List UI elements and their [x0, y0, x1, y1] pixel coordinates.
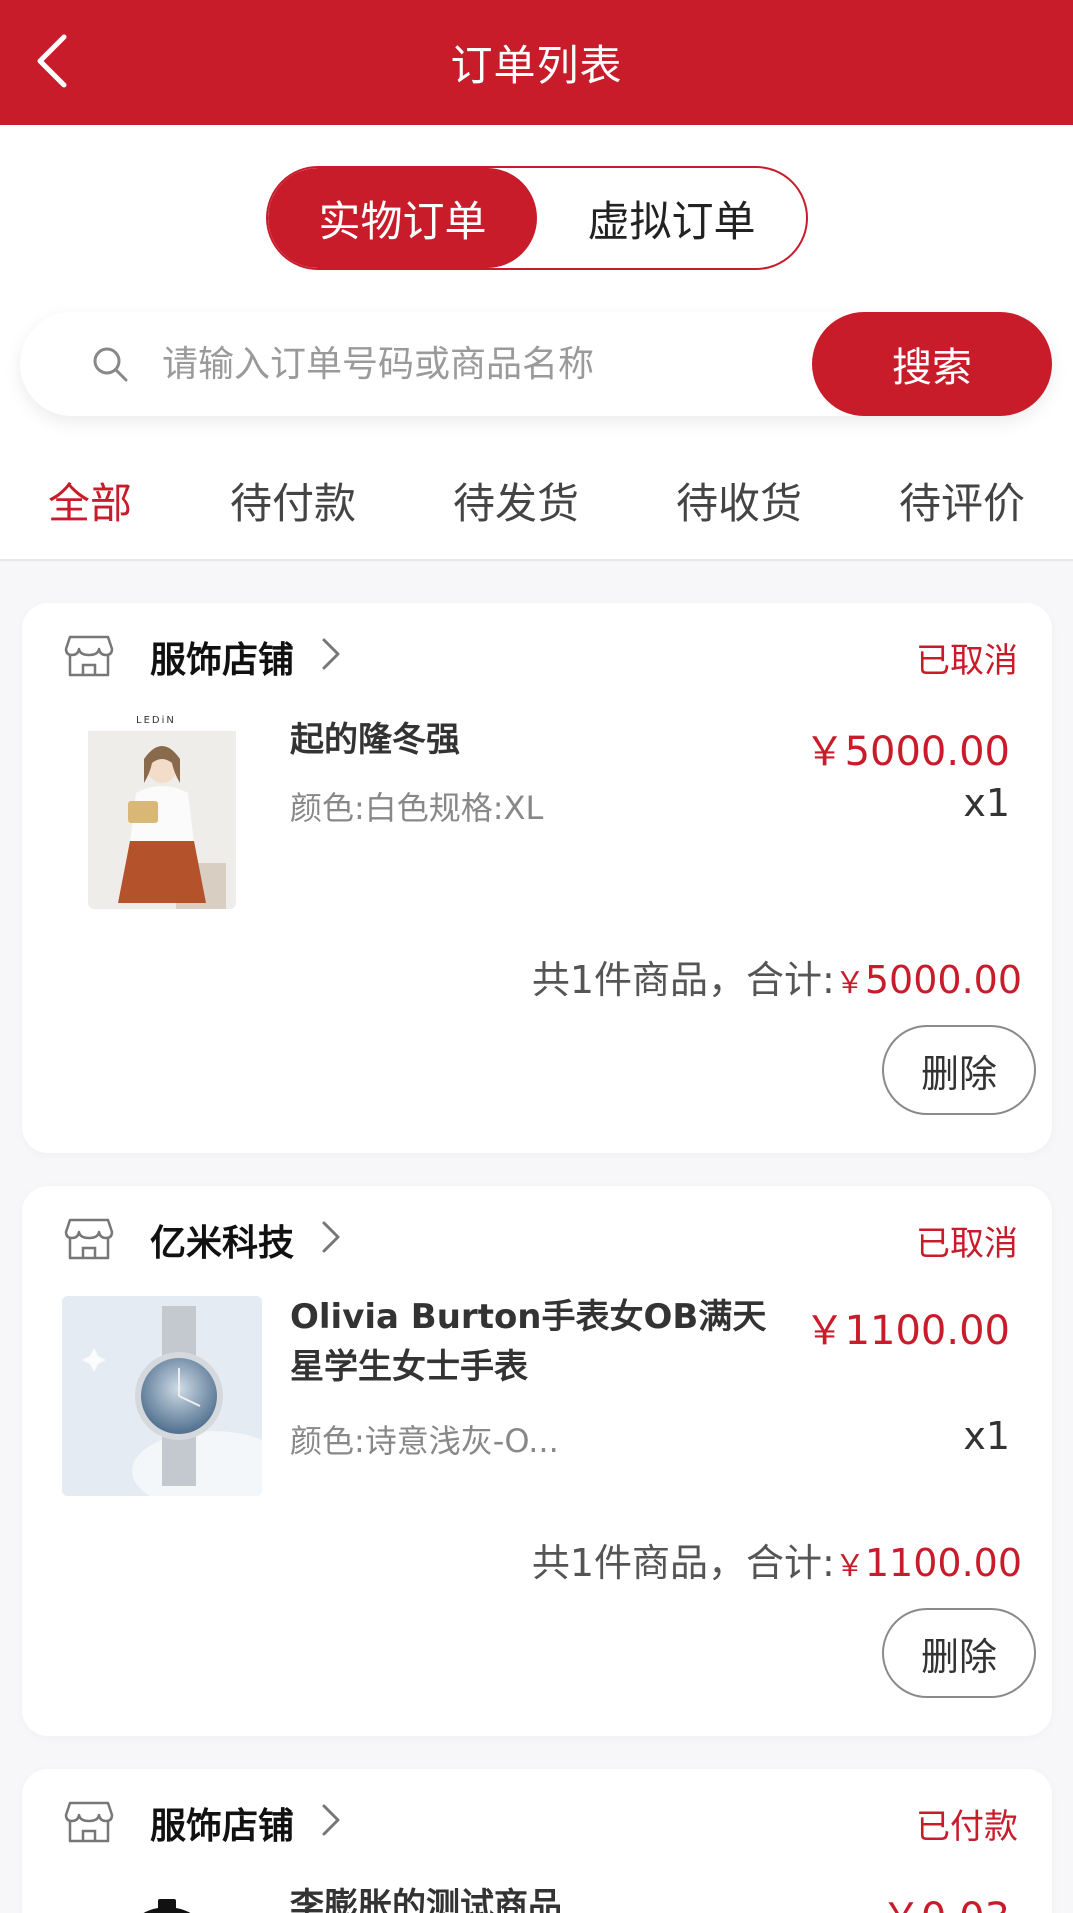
tab-pending-receipt[interactable]: 待收货 [676, 470, 802, 531]
page-title: 订单列表 [450, 41, 623, 90]
product-price: ￥1100.00 [804, 1308, 1010, 1354]
order-card: 亿米科技 已取消 Olivia Burton手表女OB满天星学生女士手表 颜色:… [22, 1186, 1052, 1736]
tab-all[interactable]: 全部 [48, 470, 132, 531]
tab-pending-review[interactable]: 待评价 [899, 470, 1025, 531]
product-image[interactable]: LEDiN [88, 713, 236, 909]
product-price: ￥5000.00 [804, 729, 1010, 775]
back-button[interactable] [22, 26, 82, 96]
product-spec: 颜色:诗意浅灰-O... [290, 1422, 559, 1460]
delete-order-button[interactable]: 删除 [882, 1025, 1036, 1115]
order-status: 已取消 [916, 641, 1018, 681]
search-button[interactable]: 搜索 [812, 312, 1052, 416]
tab-virtual-orders[interactable]: 虚拟订单 [537, 168, 806, 268]
delete-order-button[interactable]: 删除 [882, 1608, 1036, 1698]
summary-text: 共1件商品，合计: [531, 958, 835, 1002]
order-card: 服饰店铺 已取消 LEDiN 起的隆冬强 颜色:白色规格:XL ￥5000.00… [22, 603, 1052, 1153]
product-name[interactable]: Olivia Burton手表女OB满天星学生女士手表 [290, 1292, 770, 1392]
order-type-toggle: 实物订单 虚拟订单 [266, 166, 808, 270]
store-name[interactable]: 亿米科技 [150, 1214, 294, 1266]
order-summary: 共1件商品，合计:￥5000.00 [532, 949, 1022, 1004]
tab-physical-orders[interactable]: 实物订单 [268, 168, 537, 268]
summary-amount: 5000.00 [864, 958, 1022, 1002]
product-name[interactable]: 李膨胀的测试商品 [290, 1881, 770, 1913]
store-icon [64, 1801, 114, 1843]
tab-pending-shipment[interactable]: 待发货 [453, 470, 579, 531]
chevron-right-icon[interactable] [318, 1800, 344, 1840]
product-quantity: x1 [963, 1414, 1010, 1458]
chevron-right-icon[interactable] [318, 634, 344, 674]
order-status: 已取消 [916, 1224, 1018, 1264]
search-icon [88, 342, 132, 386]
store-name[interactable]: 服饰店铺 [150, 631, 294, 683]
tab-pending-payment[interactable]: 待付款 [230, 470, 356, 531]
summary-text: 共1件商品，合计: [531, 1541, 835, 1585]
product-image[interactable] [122, 1895, 212, 1913]
product-price: ￥0.03 [881, 1885, 1010, 1913]
search-bar: 搜索 [20, 312, 1052, 416]
store-name[interactable]: 服饰店铺 [150, 1797, 294, 1849]
product-image[interactable] [62, 1296, 262, 1496]
summary-currency: ￥ [834, 1549, 865, 1584]
summary-amount: 1100.00 [864, 1541, 1022, 1585]
product-spec: 颜色:白色规格:XL [290, 789, 544, 827]
store-icon [64, 1218, 114, 1260]
order-status: 已付款 [916, 1807, 1018, 1847]
product-quantity: x1 [963, 781, 1010, 825]
chevron-right-icon[interactable] [318, 1217, 344, 1257]
order-summary: 共1件商品，合计:￥1100.00 [532, 1532, 1022, 1587]
order-status-tabs: 全部 待付款 待发货 待收货 待评价 [0, 460, 1073, 540]
product-name[interactable]: 起的隆冬强 [290, 715, 770, 765]
order-list-page: 订单列表 实物订单 虚拟订单 搜索 全部 待付款 待发货 待收货 待评价 服饰 [0, 0, 1073, 1913]
summary-currency: ￥ [834, 966, 865, 1001]
app-header: 订单列表 [0, 0, 1073, 125]
order-card: 服饰店铺 已付款 李膨胀的测试商品 ￥0.03 [22, 1769, 1052, 1913]
chevron-left-icon [37, 34, 67, 88]
store-icon [64, 635, 114, 677]
search-input[interactable] [162, 343, 762, 385]
brand-logo-text: LEDiN [136, 715, 176, 726]
